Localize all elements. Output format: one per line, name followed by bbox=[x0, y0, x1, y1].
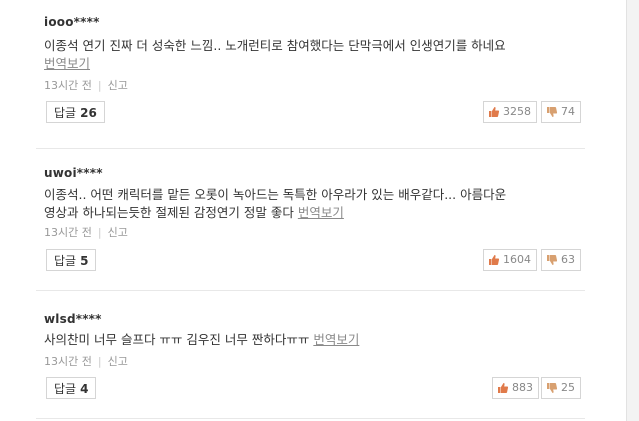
dislike-count: 74 bbox=[561, 105, 575, 118]
comment-time: 13시간 전 bbox=[44, 355, 92, 368]
reply-button[interactable]: 답글 26 bbox=[46, 101, 105, 123]
translate-link[interactable]: 번역보기 bbox=[313, 332, 359, 347]
thumbs-down-icon bbox=[547, 255, 558, 266]
comment-meta: 13시간 전 | 신고 bbox=[44, 224, 128, 240]
report-link[interactable]: 신고 bbox=[108, 226, 128, 239]
comment-text: 이종석 연기 진짜 더 성숙한 느낌.. 노개런티로 참여했다는 단막극에서 인… bbox=[44, 37, 584, 55]
translate-link[interactable]: 번역보기 bbox=[298, 205, 344, 220]
like-count: 883 bbox=[512, 381, 533, 394]
dislike-button[interactable]: 74 bbox=[541, 101, 581, 123]
comment-text: 사의찬미 너무 슬프다 ㅠㅠ 김우진 너무 짠하다ㅠㅠ 번역보기 bbox=[44, 331, 584, 349]
thumbs-down-icon bbox=[547, 107, 558, 118]
dislike-count: 63 bbox=[561, 253, 575, 266]
thumbs-up-icon bbox=[489, 106, 500, 117]
reply-count: 26 bbox=[80, 106, 97, 120]
comment-divider bbox=[36, 418, 585, 419]
reply-label: 답글 bbox=[54, 254, 77, 268]
meta-separator: | bbox=[97, 226, 102, 239]
comment-time: 13시간 전 bbox=[44, 79, 92, 92]
dislike-count: 25 bbox=[561, 381, 575, 394]
comment-text-line: 영상과 하나되는듯한 절제된 감정연기 정말 좋다 bbox=[44, 205, 294, 220]
like-button[interactable]: 3258 bbox=[483, 101, 537, 123]
comment-text-line: 이종석.. 어떤 캐릭터를 맡든 오롯이 녹아드는 독특한 아우라가 있는 배우… bbox=[44, 187, 507, 202]
dislike-button[interactable]: 63 bbox=[541, 249, 581, 271]
comment-item: wlsd**** 사의찬미 너무 슬프다 ㅠㅠ 김우진 너무 짠하다ㅠㅠ 번역보… bbox=[0, 291, 626, 418]
report-link[interactable]: 신고 bbox=[108, 355, 128, 368]
translate-link[interactable]: 번역보기 bbox=[44, 56, 90, 71]
reply-label: 답글 bbox=[54, 382, 77, 396]
comment-username[interactable]: uwoi**** bbox=[44, 166, 103, 180]
thumbs-up-icon bbox=[489, 254, 500, 265]
thumbs-down-icon bbox=[547, 383, 558, 394]
comment-meta: 13시간 전 | 신고 bbox=[44, 77, 128, 93]
meta-separator: | bbox=[97, 355, 102, 368]
comment-username[interactable]: wlsd**** bbox=[44, 312, 102, 326]
comment-item: iooo**** 이종석 연기 진짜 더 성숙한 느낌.. 노개런티로 참여했다… bbox=[0, 0, 626, 148]
comment-text: 이종석.. 어떤 캐릭터를 맡든 오롯이 녹아드는 독특한 아우라가 있는 배우… bbox=[44, 186, 584, 222]
reply-count: 4 bbox=[80, 382, 89, 396]
comment-time: 13시간 전 bbox=[44, 226, 92, 239]
reply-label: 답글 bbox=[54, 106, 77, 120]
meta-separator: | bbox=[97, 79, 102, 92]
reply-button[interactable]: 답글 5 bbox=[46, 249, 97, 271]
comment-list: iooo**** 이종석 연기 진짜 더 성숙한 느낌.. 노개런티로 참여했다… bbox=[0, 0, 626, 419]
like-count: 3258 bbox=[503, 105, 531, 118]
reply-button[interactable]: 답글 4 bbox=[46, 377, 97, 399]
dislike-button[interactable]: 25 bbox=[541, 377, 581, 399]
comment-username[interactable]: iooo**** bbox=[44, 15, 100, 29]
report-link[interactable]: 신고 bbox=[108, 79, 128, 92]
comment-text-line: 이종석 연기 진짜 더 성숙한 느낌.. 노개런티로 참여했다는 단막극에서 인… bbox=[44, 38, 506, 53]
thumbs-up-icon bbox=[498, 382, 509, 393]
like-button[interactable]: 1604 bbox=[483, 249, 537, 271]
like-button[interactable]: 883 bbox=[492, 377, 539, 399]
comment-meta: 13시간 전 | 신고 bbox=[44, 353, 128, 369]
page-scrollbar[interactable] bbox=[626, 0, 639, 421]
comment-item: uwoi**** 이종석.. 어떤 캐릭터를 맡든 오롯이 녹아드는 독특한 아… bbox=[0, 149, 626, 290]
comment-text-line: 사의찬미 너무 슬프다 ㅠㅠ 김우진 너무 짠하다ㅠㅠ bbox=[44, 332, 310, 347]
reply-count: 5 bbox=[80, 254, 89, 268]
like-count: 1604 bbox=[503, 253, 531, 266]
